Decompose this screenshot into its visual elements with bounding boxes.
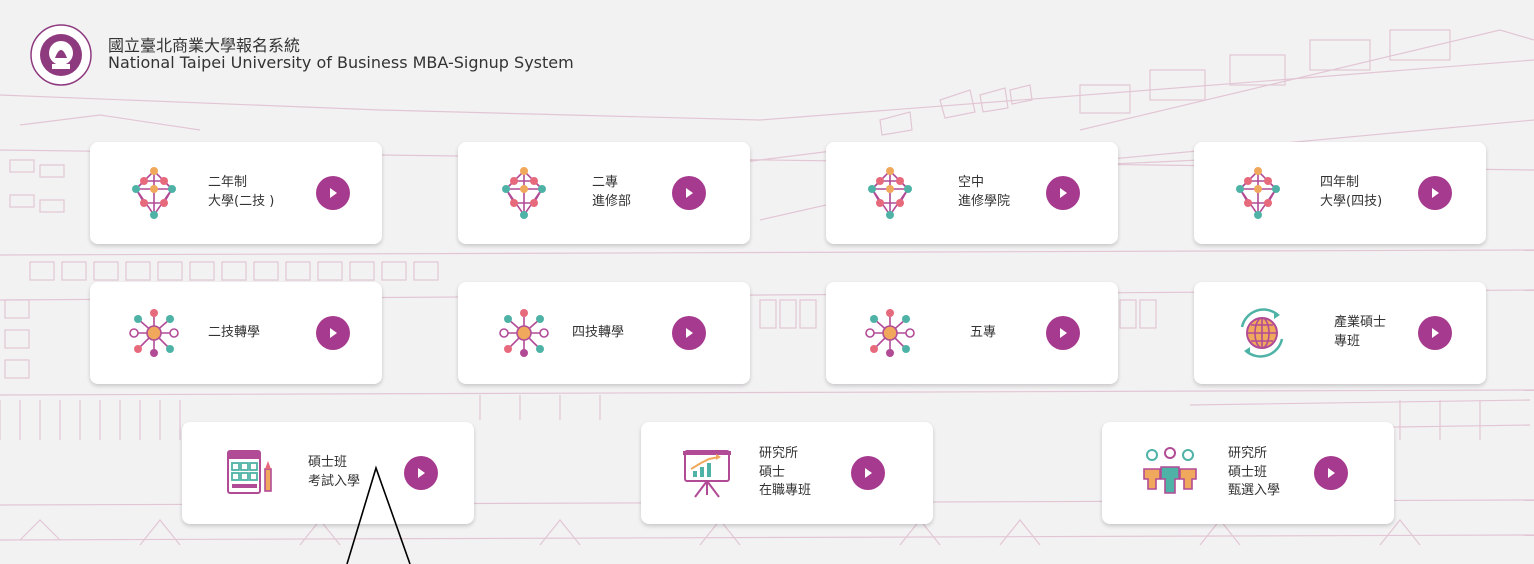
play-arrow-button[interactable] — [672, 316, 706, 350]
hub-icon — [865, 309, 915, 357]
system-title-en: National Taipei University of Business M… — [108, 53, 574, 72]
play-arrow-button[interactable] — [316, 176, 350, 210]
people-icon — [1143, 447, 1197, 494]
network-icon — [1236, 167, 1280, 219]
card-label: 四年制 大學(四技) — [1320, 175, 1383, 209]
play-arrow-button[interactable] — [1046, 316, 1080, 350]
app-header: 國立臺北商業大學報名系統 National Taipei University … — [30, 24, 574, 86]
card-executive-master-program[interactable]: 研究所 碩士 在職專班 — [641, 422, 933, 524]
play-arrow-button[interactable] — [1314, 456, 1348, 490]
card-label: 二技轉學 — [208, 324, 261, 340]
card-label: 研究所 碩士 在職專班 — [759, 445, 812, 499]
play-arrow-button[interactable] — [404, 456, 438, 490]
hub-icon — [499, 309, 549, 357]
network-icon — [502, 167, 546, 219]
card-master-exam-admission[interactable]: 碩士班 考試入學 — [182, 422, 474, 524]
network-icon — [868, 167, 912, 219]
card-five-year-junior-college[interactable]: 五專 — [826, 282, 1118, 384]
university-logo — [30, 24, 92, 86]
card-open-university[interactable]: 空中 進修學院 — [826, 142, 1118, 244]
card-four-year-transfer[interactable]: 四技轉學 — [458, 282, 750, 384]
card-industry-master-program[interactable]: 產業碩士 專班 — [1194, 282, 1486, 384]
play-arrow-button[interactable] — [851, 456, 885, 490]
network-icon — [132, 167, 176, 219]
card-label: 二專 進修部 — [592, 175, 632, 209]
card-label: 二年制 大學(二技 ) — [208, 175, 275, 209]
presentation-icon — [683, 450, 731, 498]
globe-icon — [1240, 308, 1284, 358]
play-arrow-button[interactable] — [316, 316, 350, 350]
card-label: 四技轉學 — [572, 324, 625, 340]
exam-icon — [227, 450, 272, 494]
card-label: 空中 進修學院 — [958, 175, 1011, 209]
card-label: 產業碩士 專班 — [1334, 315, 1387, 349]
hub-icon — [129, 309, 179, 357]
card-two-year-university[interactable]: 二年制 大學(二技 ) — [90, 142, 382, 244]
card-two-year-extension[interactable]: 二專 進修部 — [458, 142, 750, 244]
card-label: 碩士班 考試入學 — [308, 455, 361, 489]
play-arrow-button[interactable] — [1418, 176, 1452, 210]
play-arrow-button[interactable] — [672, 176, 706, 210]
card-label: 研究所 碩士班 甄選入學 — [1228, 445, 1281, 499]
play-arrow-button[interactable] — [1418, 316, 1452, 350]
card-label: 五專 — [970, 324, 997, 340]
card-two-year-transfer[interactable]: 二技轉學 — [90, 282, 382, 384]
card-master-selective-admission[interactable]: 研究所 碩士班 甄選入學 — [1102, 422, 1394, 524]
play-arrow-button[interactable] — [1046, 176, 1080, 210]
card-four-year-university[interactable]: 四年制 大學(四技) — [1194, 142, 1486, 244]
